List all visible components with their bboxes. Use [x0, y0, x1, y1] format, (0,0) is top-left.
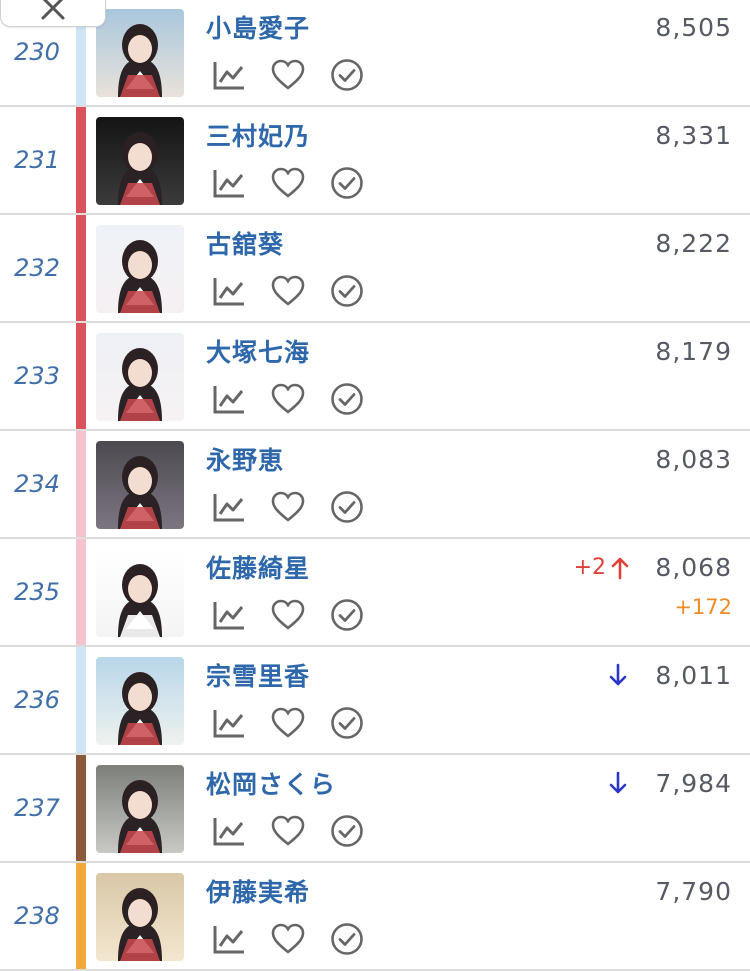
member-photo[interactable]	[96, 441, 184, 529]
group-color-bar	[76, 539, 86, 645]
arrow-down-icon	[608, 663, 630, 687]
score-value: 8,331	[655, 121, 732, 150]
score-value: 8,222	[655, 229, 732, 258]
chart-icon[interactable]	[211, 597, 247, 633]
row-actions	[211, 921, 388, 957]
member-photo[interactable]	[96, 765, 184, 853]
member-photo[interactable]	[96, 225, 184, 313]
row-actions	[211, 813, 388, 849]
rank-number: 234	[14, 470, 60, 498]
member-name[interactable]: 大塚七海	[206, 333, 310, 369]
check-circle-icon[interactable]	[329, 165, 365, 201]
score-value: 8,505	[655, 13, 732, 42]
member-name[interactable]: 古舘葵	[206, 225, 284, 261]
check-circle-icon[interactable]	[329, 597, 365, 633]
score-gain: +172	[674, 595, 732, 619]
ranking-row[interactable]: 233 大塚七海 8,179	[0, 323, 750, 431]
score-value: 7,790	[655, 877, 732, 906]
rank-number: 237	[14, 794, 60, 822]
heart-icon[interactable]	[270, 597, 306, 633]
member-name[interactable]: 永野恵	[206, 441, 284, 477]
row-actions	[211, 381, 388, 417]
chart-icon[interactable]	[211, 489, 247, 525]
rank-change: +2	[574, 555, 630, 580]
heart-icon[interactable]	[270, 381, 306, 417]
member-name[interactable]: 松岡さくら	[206, 765, 336, 801]
heart-icon[interactable]	[270, 921, 306, 957]
heart-icon[interactable]	[270, 813, 306, 849]
ranking-row[interactable]: 232 古舘葵 8,222	[0, 215, 750, 323]
ranking-row[interactable]: 234 永野恵 8,083	[0, 431, 750, 539]
row-actions	[211, 705, 388, 741]
group-color-bar	[76, 863, 86, 969]
member-photo[interactable]	[96, 657, 184, 745]
group-color-bar	[76, 107, 86, 213]
chart-icon[interactable]	[211, 57, 247, 93]
group-color-bar	[76, 647, 86, 753]
score-value: 8,083	[655, 445, 732, 474]
ranking-row[interactable]: 231 三村妃乃 8,331	[0, 107, 750, 215]
member-photo[interactable]	[96, 9, 184, 97]
rank-number: 238	[14, 902, 60, 930]
row-actions	[211, 273, 388, 309]
score-value: 8,068	[655, 553, 732, 582]
ranking-row[interactable]: 236 宗雪里香 8,011	[0, 647, 750, 755]
heart-icon[interactable]	[270, 489, 306, 525]
member-photo[interactable]	[96, 333, 184, 421]
chart-icon[interactable]	[211, 381, 247, 417]
check-circle-icon[interactable]	[329, 705, 365, 741]
rank-number: 231	[14, 146, 60, 174]
ranking-row[interactable]: 235 佐藤綺星 8,068 +2 +172	[0, 539, 750, 647]
ranking-row[interactable]: 238 伊藤実希 7,790	[0, 863, 750, 971]
rank-number: 232	[14, 254, 60, 282]
member-name[interactable]: 三村妃乃	[206, 117, 310, 153]
rank-number: 236	[14, 686, 60, 714]
check-circle-icon[interactable]	[329, 921, 365, 957]
check-circle-icon[interactable]	[329, 813, 365, 849]
row-actions	[211, 597, 388, 633]
check-circle-icon[interactable]	[329, 381, 365, 417]
group-color-bar	[76, 755, 86, 861]
member-photo[interactable]	[96, 549, 184, 637]
chart-icon[interactable]	[211, 705, 247, 741]
chart-icon[interactable]	[211, 813, 247, 849]
check-circle-icon[interactable]	[329, 273, 365, 309]
member-name[interactable]: 佐藤綺星	[206, 549, 310, 585]
close-icon	[41, 0, 65, 20]
close-button[interactable]	[0, 0, 106, 27]
check-circle-icon[interactable]	[329, 57, 365, 93]
chart-icon[interactable]	[211, 921, 247, 957]
heart-icon[interactable]	[270, 165, 306, 201]
ranking-row[interactable]: 230 小島愛子 8,505	[0, 0, 750, 107]
ranking-row[interactable]: 237 松岡さくら 7,984	[0, 755, 750, 863]
check-circle-icon[interactable]	[329, 489, 365, 525]
member-photo[interactable]	[96, 117, 184, 205]
chart-icon[interactable]	[211, 273, 247, 309]
member-photo[interactable]	[96, 873, 184, 961]
rank-number: 233	[14, 362, 60, 390]
rank-change-value: +2	[573, 555, 606, 580]
ranking-list: 230 小島愛子 8,505 231 三村妃乃 8,331 232 古舘葵 8,…	[0, 0, 750, 971]
group-color-bar	[76, 431, 86, 537]
member-name[interactable]: 宗雪里香	[206, 657, 310, 693]
member-name[interactable]: 小島愛子	[206, 9, 310, 45]
row-actions	[211, 57, 388, 93]
chart-icon[interactable]	[211, 165, 247, 201]
row-actions	[211, 165, 388, 201]
arrow-up-icon	[610, 556, 630, 580]
arrow-down-icon	[608, 771, 630, 795]
heart-icon[interactable]	[270, 705, 306, 741]
score-value: 8,179	[655, 337, 732, 366]
group-color-bar	[76, 323, 86, 429]
member-name[interactable]: 伊藤実希	[206, 873, 310, 909]
score-value: 8,011	[655, 661, 732, 690]
heart-icon[interactable]	[270, 273, 306, 309]
group-color-bar	[76, 215, 86, 321]
score-value: 7,984	[655, 769, 732, 798]
row-actions	[211, 489, 388, 525]
rank-number: 235	[14, 578, 60, 606]
heart-icon[interactable]	[270, 57, 306, 93]
